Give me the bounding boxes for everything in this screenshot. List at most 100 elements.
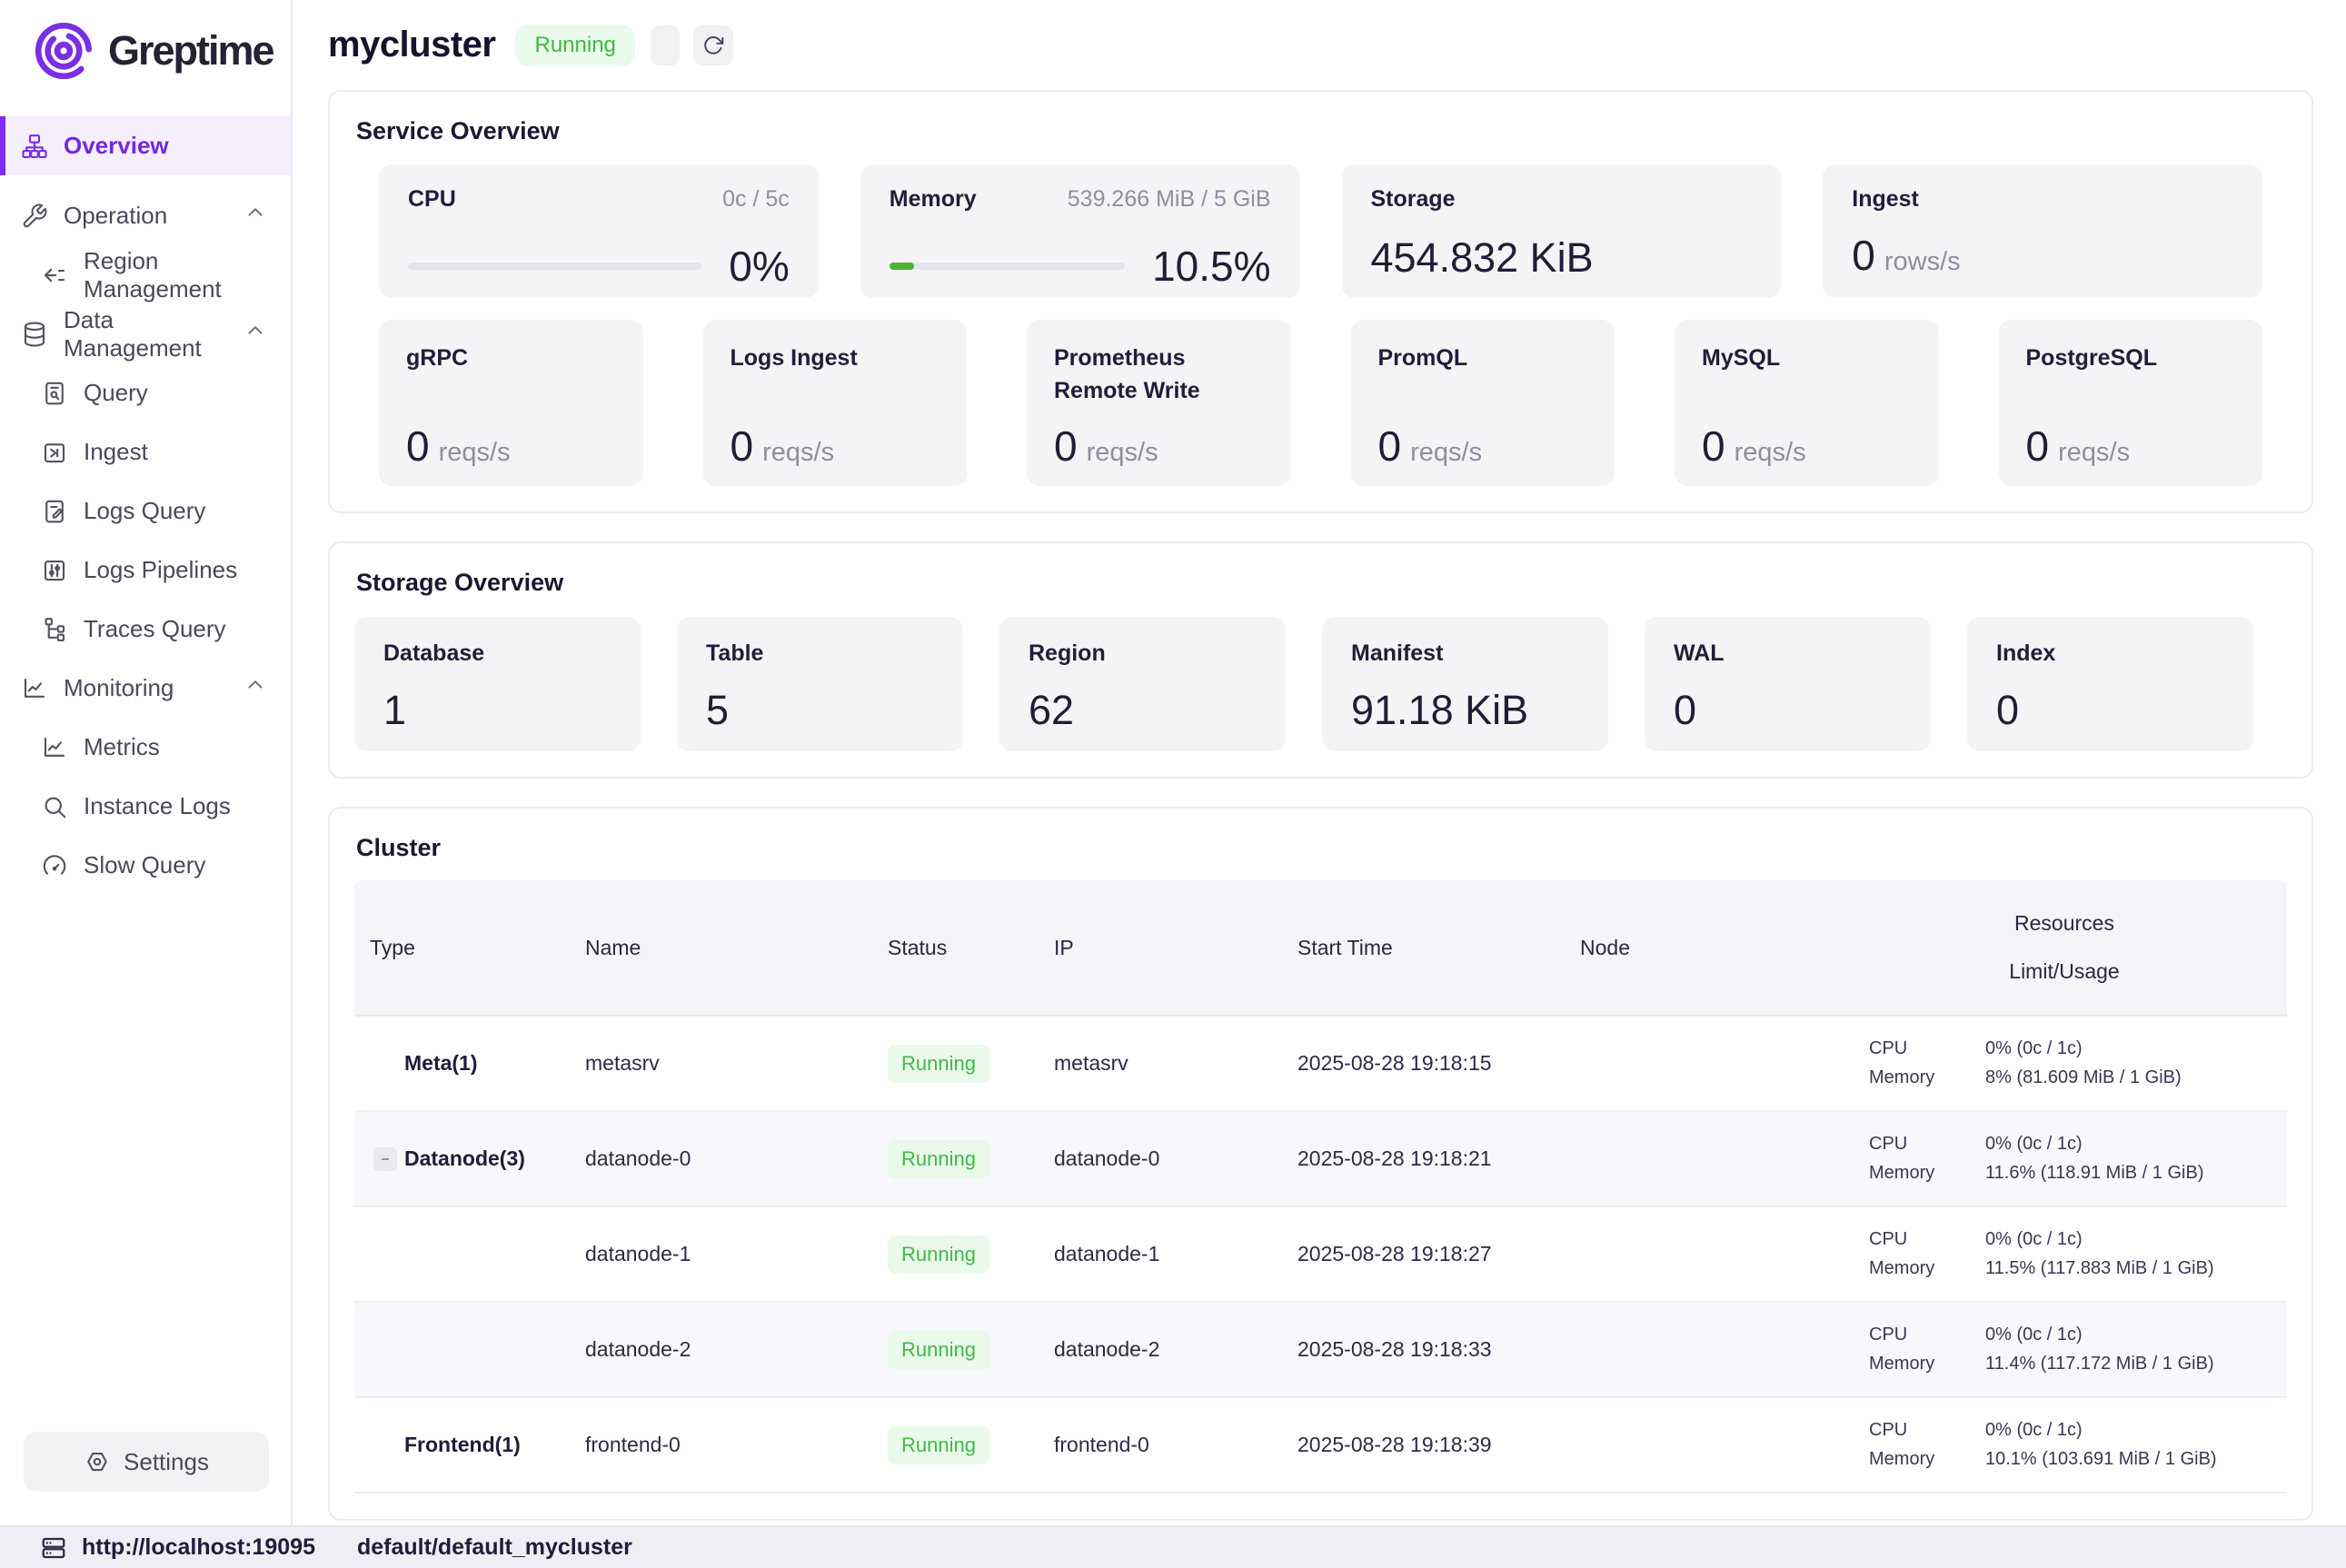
app-window: Greptime Overview Operation Region Manag… — [0, 0, 2346, 1525]
cell-status: Running — [888, 1331, 1054, 1369]
sidebar-item-instance-logs[interactable]: Instance Logs — [0, 777, 291, 836]
memory-progress-fill — [890, 263, 914, 270]
memory-label: Memory — [890, 186, 977, 213]
cluster-status-badge: Running — [515, 25, 634, 66]
sidebar-item-logs-query[interactable]: Logs Query — [0, 481, 291, 541]
status-badge: Running — [888, 1045, 989, 1083]
storage-stat-label: WAL — [1674, 640, 1725, 666]
cell-ip: datanode-0 — [1054, 1146, 1297, 1171]
greptime-logo-icon — [31, 18, 96, 84]
memory-resource-label: Memory — [1869, 1067, 1985, 1088]
protocol-label: MySQL — [1702, 342, 1912, 374]
cell-start-time: 2025-08-28 19:18:15 — [1297, 1051, 1580, 1076]
storage-stat-value: 1 — [383, 687, 611, 734]
storage-stat-card: Index 0 — [1967, 617, 2253, 751]
sidebar-group-monitoring[interactable]: Monitoring — [0, 659, 291, 718]
service-metric-cards: CPU 0c / 5c 0% Memory 539.266 MiB / 5 Gi… — [379, 164, 2262, 298]
ingest-card: Ingest 0 rows/s — [1823, 164, 2262, 298]
cluster-table-row: datanode-1 Running datanode-1 2025-08-28… — [354, 1207, 2287, 1303]
storage-cards: Database 1 Table 5 Region 62 — [354, 617, 2287, 751]
sidebar-item-label: Instance Logs — [84, 792, 231, 820]
storage-stat-label: Index — [1996, 640, 2055, 666]
col-name: Name — [585, 936, 888, 960]
protocol-unit: reqs/s — [1410, 438, 1482, 468]
protocol-card: gRPC 0 reqs/s — [379, 320, 643, 486]
status-bar: http://localhost:19095 default/default_m… — [0, 1525, 2346, 1568]
page-content: Service Overview CPU 0c / 5c 0% — [293, 90, 2346, 1525]
cell-ip: datanode-1 — [1054, 1242, 1297, 1266]
protocol-card: MySQL 0 reqs/s — [1675, 320, 1939, 486]
sidebar-item-traces-query[interactable]: Traces Query — [0, 600, 291, 659]
cluster-table-row: datanode-2 Running datanode-2 2025-08-28… — [354, 1303, 2287, 1398]
sidebar-item-label: Logs Pipelines — [84, 556, 237, 584]
cell-ip: metasrv — [1054, 1051, 1297, 1076]
cpu-percent: 0% — [729, 245, 789, 287]
storage-stat-card: Database 1 — [354, 617, 641, 751]
server-url[interactable]: http://localhost:19095 — [82, 1534, 315, 1561]
protocol-card: Prometheus Remote Write 0 reqs/s — [1027, 320, 1291, 486]
sidebar-item-metrics[interactable]: Metrics — [0, 718, 291, 777]
brand-name: Greptime — [108, 27, 273, 74]
cell-status: Running — [888, 1045, 1054, 1083]
region-icon — [41, 262, 68, 289]
col-node: Node — [1580, 936, 1842, 960]
page-title: mycluster — [328, 25, 495, 65]
sidebar-item-slow-query[interactable]: Slow Query — [0, 836, 291, 895]
chevron-up-icon[interactable] — [244, 319, 267, 349]
cluster-table-row: Frontend(1) frontend-0 Running frontend-… — [354, 1398, 2287, 1494]
ingest-value: 0 — [1852, 234, 1875, 276]
cpu-resource-value: 0% (0c / 1c) — [1985, 1038, 2287, 1059]
gear-icon — [84, 1448, 111, 1475]
chevron-up-icon[interactable] — [244, 673, 267, 703]
memory-percent: 10.5% — [1152, 245, 1270, 287]
sidebar-item-logs-pipelines[interactable]: Logs Pipelines — [0, 541, 291, 600]
collapse-row-button[interactable] — [373, 1147, 397, 1171]
col-resources-top: Resources — [1842, 911, 2287, 936]
protocol-unit: reqs/s — [1087, 438, 1158, 468]
settings-button[interactable]: Settings — [24, 1432, 269, 1492]
chevron-up-icon[interactable] — [244, 201, 267, 231]
search-icon — [41, 793, 68, 820]
storage-stat-value: 91.18 KiB — [1351, 687, 1579, 734]
col-start-time: Start Time — [1297, 936, 1580, 960]
protocol-value: 0 — [406, 425, 430, 467]
status-badge: Running — [888, 1426, 989, 1464]
memory-resource-value: 11.5% (117.883 MiB / 1 GiB) — [1985, 1258, 2287, 1279]
cell-ip: frontend-0 — [1054, 1433, 1297, 1457]
protocol-value: 0 — [1378, 425, 1402, 467]
memory-card: Memory 539.266 MiB / 5 GiB 10.5% — [860, 164, 1300, 298]
memory-resource-label: Memory — [1869, 1258, 1985, 1279]
sidebar-item-query[interactable]: Query — [0, 363, 291, 422]
gauge-icon — [41, 852, 68, 879]
current-database[interactable]: default/default_mycluster — [357, 1534, 632, 1561]
blank-action-button[interactable] — [651, 25, 680, 65]
cell-start-time: 2025-08-28 19:18:33 — [1297, 1337, 1580, 1362]
page-header: mycluster Running — [293, 0, 2346, 90]
sidebar-item-region-management[interactable]: Region Management — [0, 245, 291, 304]
cell-type: Frontend(1) — [354, 1433, 585, 1457]
brand-logo: Greptime — [31, 18, 291, 84]
sidebar-group-operation[interactable]: Operation — [0, 186, 291, 245]
cell-name: datanode-0 — [585, 1146, 888, 1171]
sidebar-item-label: Slow Query — [84, 851, 205, 879]
cpu-resource-value: 0% (0c / 1c) — [1985, 1229, 2287, 1250]
cell-start-time: 2025-08-28 19:18:21 — [1297, 1146, 1580, 1171]
sidebar-item-ingest[interactable]: Ingest — [0, 422, 291, 481]
cpu-resource-label: CPU — [1869, 1229, 1985, 1250]
cell-type: Meta(1) — [354, 1051, 585, 1076]
ingest-label: Ingest — [1852, 186, 1919, 213]
cell-type — [354, 1243, 585, 1266]
cell-resources: CPU 0% (0c / 1c) Memory 8% (81.609 MiB /… — [1842, 1038, 2287, 1088]
storage-card: Storage 454.832 KiB — [1342, 164, 1782, 298]
protocol-card: PromQL 0 reqs/s — [1351, 320, 1615, 486]
service-overview-panel: Service Overview CPU 0c / 5c 0% — [328, 90, 2313, 513]
protocol-value: 0 — [731, 425, 754, 467]
col-limit-usage: Limit/Usage — [1842, 959, 2287, 984]
cell-start-time: 2025-08-28 19:18:39 — [1297, 1433, 1580, 1457]
sidebar-group-data-management[interactable]: Data Management — [0, 304, 291, 363]
sidebar-item-overview[interactable]: Overview — [0, 116, 291, 175]
refresh-button[interactable] — [693, 25, 733, 65]
sidebar-item-label: Operation — [64, 202, 167, 230]
cpu-resource-label: CPU — [1869, 1325, 1985, 1345]
storage-overview-title: Storage Overview — [356, 569, 2287, 597]
